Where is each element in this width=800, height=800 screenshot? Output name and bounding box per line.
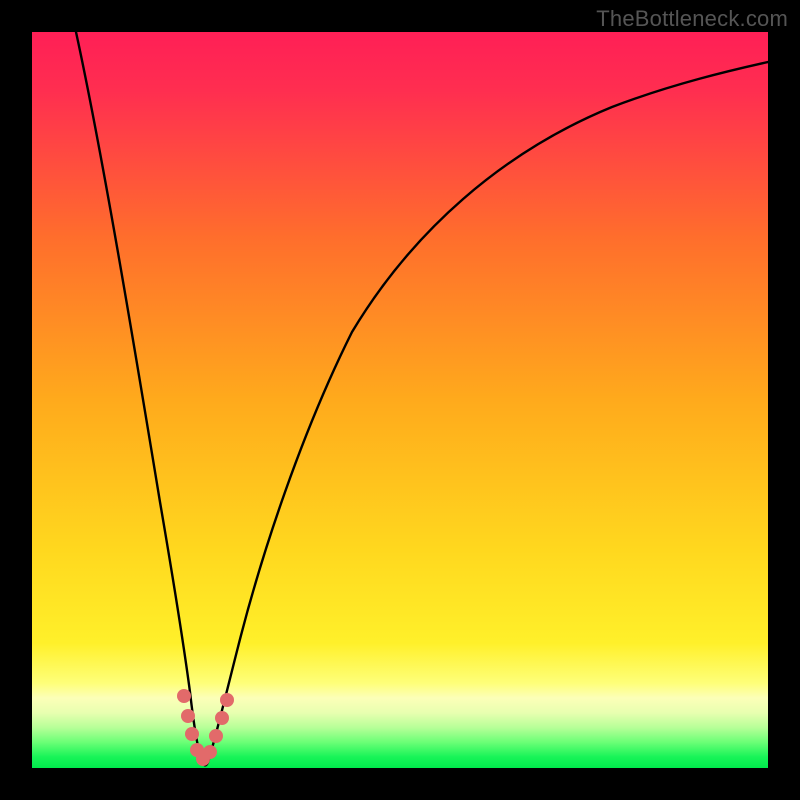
curve-path bbox=[76, 32, 768, 765]
plot-area bbox=[32, 32, 768, 768]
bottleneck-curve bbox=[32, 32, 768, 768]
watermark-text: TheBottleneck.com bbox=[596, 6, 788, 32]
chart-frame: TheBottleneck.com bbox=[0, 0, 800, 800]
marker-cluster bbox=[177, 689, 234, 766]
